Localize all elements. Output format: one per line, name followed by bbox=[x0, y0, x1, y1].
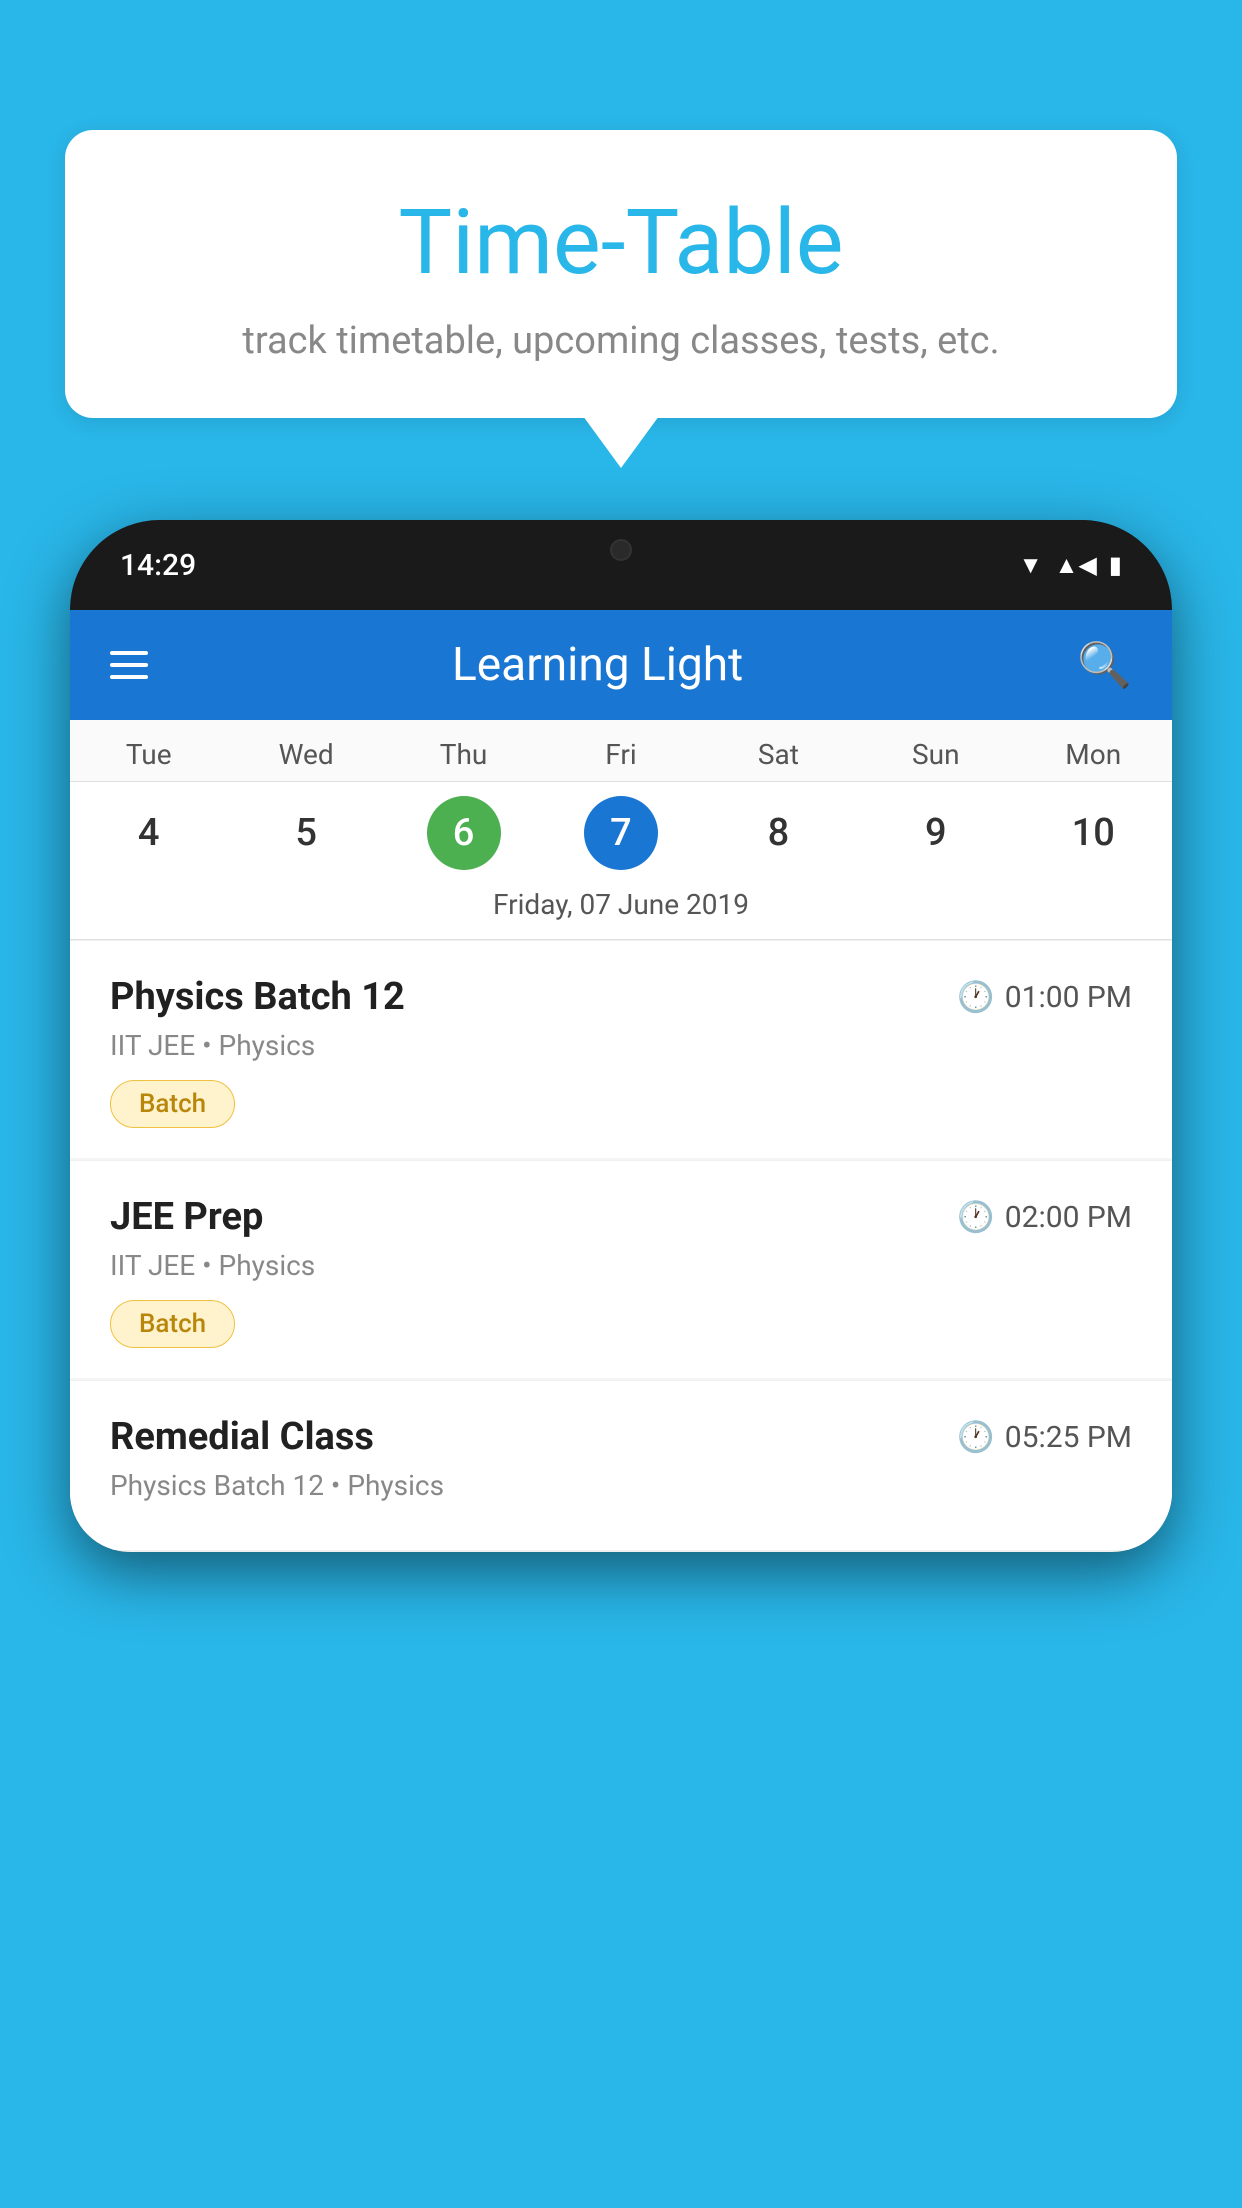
time-value-3: 05:25 PM bbox=[1005, 1420, 1132, 1455]
hamburger-menu-icon[interactable] bbox=[110, 651, 148, 679]
phone-frame: 14:29 ▼ ▲◀ ▮ Learning Light 🔍 bbox=[70, 520, 1172, 1552]
day-7-selected[interactable]: 7 bbox=[542, 796, 699, 870]
clock-icon-2: 🕐 bbox=[957, 1200, 994, 1235]
schedule-time-3: 🕐 05:25 PM bbox=[957, 1420, 1132, 1455]
day-header-tue: Tue bbox=[70, 720, 227, 781]
speech-bubble-section: Time-Table track timetable, upcoming cla… bbox=[65, 130, 1177, 468]
app-screen: Learning Light 🔍 Tue Wed Thu Fri Sat Sun… bbox=[70, 610, 1172, 1552]
day-8[interactable]: 8 bbox=[700, 796, 857, 870]
batch-badge-1: Batch bbox=[110, 1080, 235, 1128]
clock-icon-3: 🕐 bbox=[957, 1420, 994, 1455]
schedule-item-jee-prep[interactable]: JEE Prep 🕐 02:00 PM IIT JEE • Physics Ba… bbox=[70, 1160, 1172, 1378]
clock-icon-1: 🕐 bbox=[957, 980, 994, 1015]
day-numbers: 4 5 6 7 8 9 10 bbox=[70, 782, 1172, 878]
time-value-1: 01:00 PM bbox=[1005, 980, 1132, 1015]
app-title: Learning Light bbox=[178, 638, 1017, 692]
speech-bubble-tail bbox=[583, 416, 659, 468]
app-bar: Learning Light 🔍 bbox=[70, 610, 1172, 720]
batch-badge-2: Batch bbox=[110, 1300, 235, 1348]
signal-icon: ▲◀ bbox=[1055, 551, 1097, 580]
time-value-2: 02:00 PM bbox=[1005, 1200, 1132, 1235]
phone-notch bbox=[541, 520, 701, 580]
day-5[interactable]: 5 bbox=[227, 796, 384, 870]
camera bbox=[610, 539, 632, 561]
schedule-subtitle-1: IIT JEE • Physics bbox=[110, 1029, 1132, 1062]
speech-bubble-card: Time-Table track timetable, upcoming cla… bbox=[65, 130, 1177, 418]
schedule-title-3: Remedial Class bbox=[110, 1415, 374, 1459]
search-icon[interactable]: 🔍 bbox=[1077, 639, 1132, 691]
schedule-item-remedial-class[interactable]: Remedial Class 🕐 05:25 PM Physics Batch … bbox=[70, 1380, 1172, 1550]
status-icons: ▼ ▲◀ ▮ bbox=[1019, 551, 1122, 580]
selected-date-label: Friday, 07 June 2019 bbox=[70, 878, 1172, 940]
phone-time: 14:29 bbox=[120, 548, 196, 583]
battery-icon: ▮ bbox=[1109, 551, 1122, 579]
day-9[interactable]: 9 bbox=[857, 796, 1014, 870]
schedule-subtitle-3: Physics Batch 12 • Physics bbox=[110, 1469, 1132, 1502]
day-header-wed: Wed bbox=[227, 720, 384, 781]
day-header-thu: Thu bbox=[385, 720, 542, 781]
day-header-sun: Sun bbox=[857, 720, 1014, 781]
day-6-today[interactable]: 6 bbox=[385, 796, 542, 870]
day-header-sat: Sat bbox=[700, 720, 857, 781]
schedule-list: Physics Batch 12 🕐 01:00 PM IIT JEE • Ph… bbox=[70, 940, 1172, 1550]
wifi-icon: ▼ bbox=[1019, 551, 1043, 580]
bubble-title: Time-Table bbox=[145, 190, 1097, 295]
day-4[interactable]: 4 bbox=[70, 796, 227, 870]
schedule-item-physics-batch-12[interactable]: Physics Batch 12 🕐 01:00 PM IIT JEE • Ph… bbox=[70, 940, 1172, 1158]
schedule-time-1: 🕐 01:00 PM bbox=[957, 980, 1132, 1015]
calendar-strip: Tue Wed Thu Fri Sat Sun Mon 4 5 6 7 8 9 … bbox=[70, 720, 1172, 940]
schedule-title-2: JEE Prep bbox=[110, 1195, 263, 1239]
day-header-mon: Mon bbox=[1015, 720, 1172, 781]
bubble-subtitle: track timetable, upcoming classes, tests… bbox=[145, 319, 1097, 363]
schedule-subtitle-2: IIT JEE • Physics bbox=[110, 1249, 1132, 1282]
day-10[interactable]: 10 bbox=[1015, 796, 1172, 870]
day-headers: Tue Wed Thu Fri Sat Sun Mon bbox=[70, 720, 1172, 782]
schedule-title-1: Physics Batch 12 bbox=[110, 975, 405, 1019]
phone-top-bar: 14:29 ▼ ▲◀ ▮ bbox=[70, 520, 1172, 610]
schedule-time-2: 🕐 02:00 PM bbox=[957, 1200, 1132, 1235]
day-header-fri: Fri bbox=[542, 720, 699, 781]
phone-container: 14:29 ▼ ▲◀ ▮ Learning Light 🔍 bbox=[70, 520, 1172, 2208]
